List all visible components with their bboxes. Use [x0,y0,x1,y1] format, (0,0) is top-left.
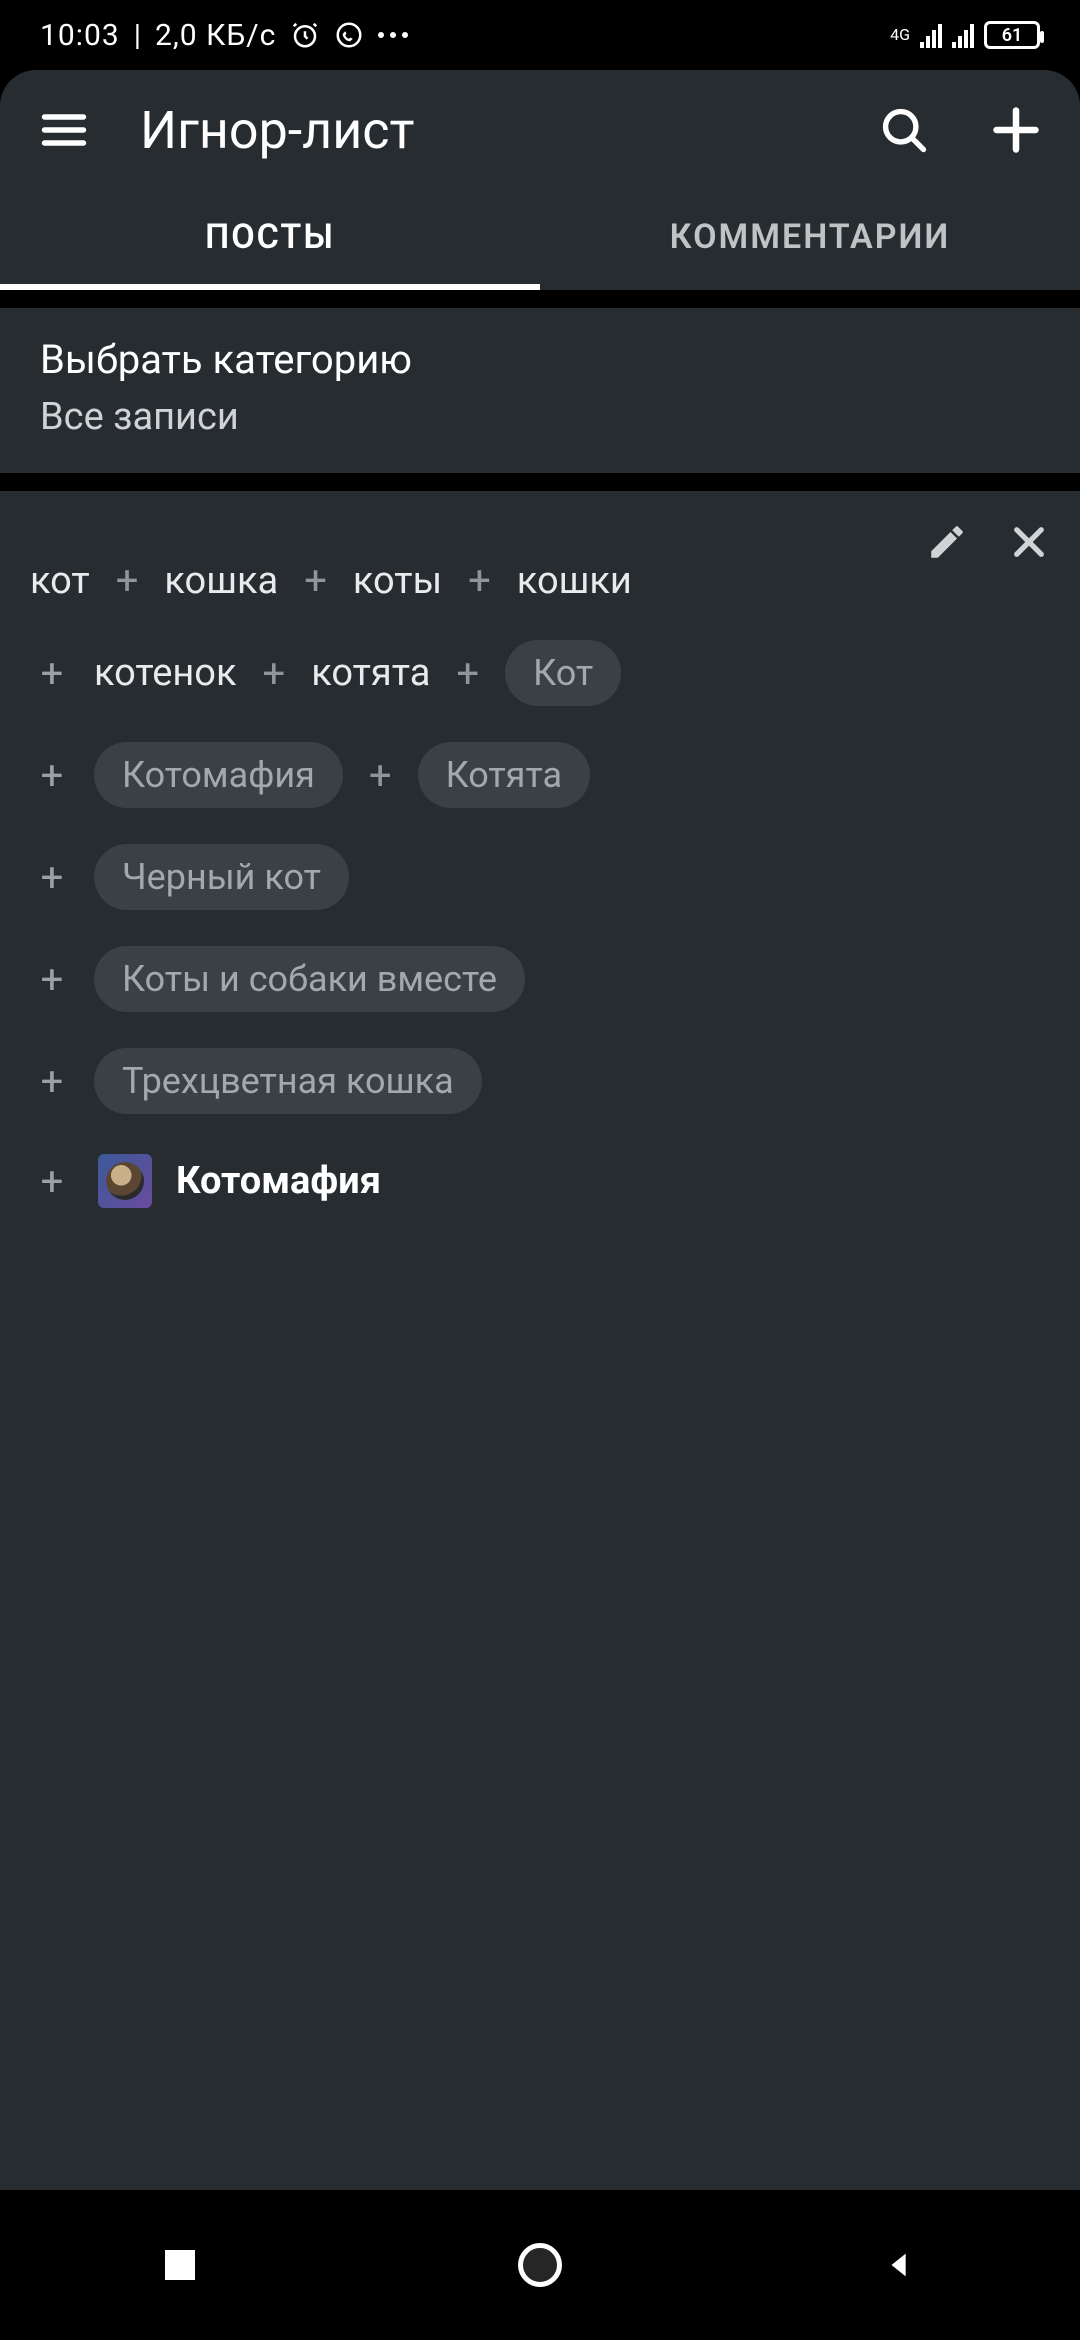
tab-posts[interactable]: ПОСТЫ [0,190,540,290]
plus-icon: + [462,557,497,604]
delete-rule-button[interactable] [1008,521,1050,567]
tag-chip[interactable]: Коты и собаки вместе [94,946,525,1012]
app-surface: Игнор-лист ПОСТЫ КОММЕНТАРИИ Выбрать кат… [0,70,1080,2190]
category-value: Все записи [40,395,1040,439]
status-right: 4G 61 [890,21,1040,49]
plus-icon: + [363,752,398,799]
tag-row: + котенок + котята + Кот [30,640,1050,706]
tag-row: кот + кошка + коты + кошки [30,557,1050,604]
tag-chip[interactable]: Котомафия [94,742,343,808]
tag[interactable]: коты [353,559,442,603]
tag[interactable]: кот [30,559,90,603]
nav-home-button[interactable] [510,2235,570,2295]
plus-icon: + [30,956,74,1003]
tabs: ПОСТЫ КОММЕНТАРИИ [0,190,1080,290]
category-selector[interactable]: Выбрать категорию Все записи [0,308,1080,473]
status-left: 10:03 | 2,0 КБ/с [40,18,408,53]
tag-row: + Черный кот [30,844,1050,910]
nav-back-button[interactable] [870,2235,930,2295]
tab-comments[interactable]: КОММЕНТАРИИ [540,190,1080,290]
status-speed: 2,0 КБ/с [155,18,276,53]
tag-row: + Трехцветная кошка [30,1048,1050,1114]
divider [0,473,1080,491]
page-title: Игнор-лист [140,100,828,161]
community-avatar [98,1154,152,1208]
device-screen: 10:03 | 2,0 КБ/с 4G 61 Игнор-лист [0,0,1080,2340]
whatsapp-icon [334,20,364,50]
tag[interactable]: котята [311,651,430,695]
category-label: Выбрать категорию [40,336,1040,383]
tag-row: + Котомафия + Котята [30,742,1050,808]
signal-icon-1 [920,22,942,48]
plus-icon: + [30,752,74,799]
plus-icon: + [298,557,333,604]
system-navbar [0,2190,1080,2340]
edit-rule-button[interactable] [926,521,968,567]
tag[interactable]: кошки [517,559,632,603]
tag[interactable]: кошка [164,559,278,603]
battery-icon: 61 [984,21,1040,49]
tag-chip[interactable]: Кот [505,640,621,706]
ignore-rule-card: кот + кошка + коты + кошки + котенок + к… [0,491,1080,1238]
toolbar: Игнор-лист [0,70,1080,190]
tag-chip[interactable]: Котята [418,742,591,808]
search-button[interactable] [868,94,940,166]
plus-icon: + [30,650,74,697]
plus-icon: + [30,1158,74,1205]
tag[interactable]: котенок [94,651,236,695]
signal-icon-2 [952,22,974,48]
rule-actions [926,521,1050,567]
status-bar: 10:03 | 2,0 КБ/с 4G 61 [0,0,1080,70]
plus-icon: + [30,1058,74,1105]
nav-recent-button[interactable] [150,2235,210,2295]
network-label: 4G [890,28,910,42]
tag-row: + Коты и собаки вместе [30,946,1050,1012]
plus-icon: + [110,557,145,604]
plus-icon: + [450,650,485,697]
tag-chip[interactable]: Черный кот [94,844,349,910]
menu-button[interactable] [28,94,100,166]
plus-icon: + [256,650,291,697]
more-notifications-icon [378,32,408,38]
alarm-icon [290,20,320,50]
tag-chip[interactable]: Трехцветная кошка [94,1048,482,1114]
plus-icon: + [30,854,74,901]
add-button[interactable] [980,94,1052,166]
community-name: Котомафия [176,1159,381,1203]
divider [0,290,1080,308]
status-time: 10:03 [40,18,120,53]
community-row[interactable]: + Котомафия [30,1154,1050,1208]
